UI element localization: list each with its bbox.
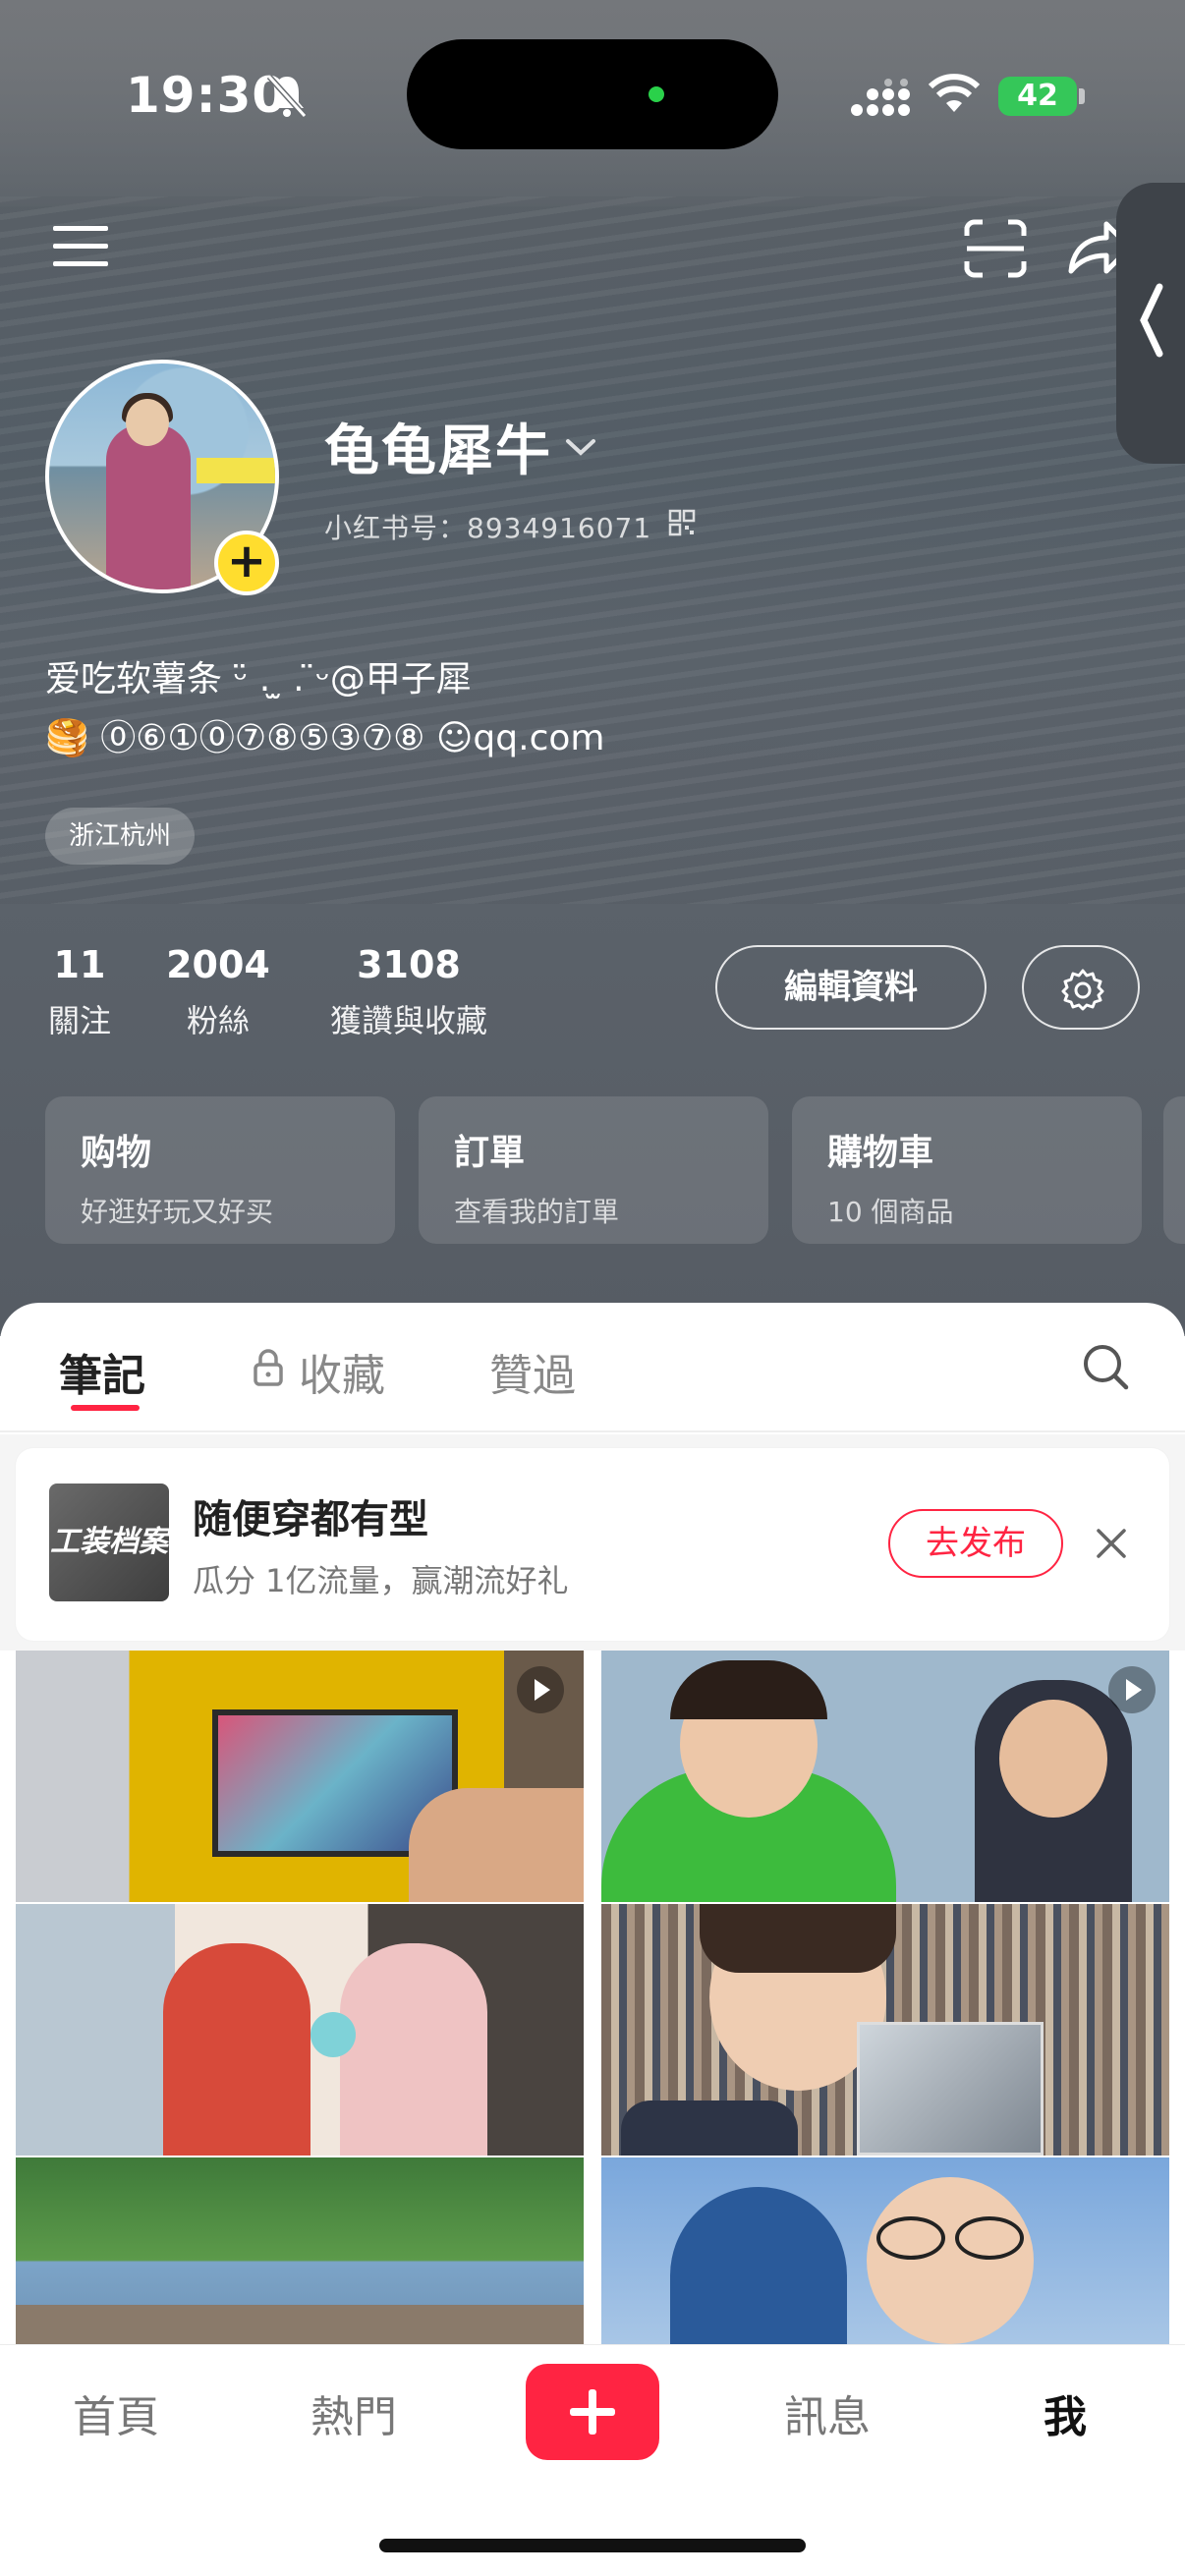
- plus-icon: [570, 2389, 615, 2435]
- close-icon[interactable]: [1093, 1525, 1130, 1562]
- card-shopping[interactable]: 购物 好逛好玩又好买: [45, 1096, 395, 1244]
- note-thumbnail-4[interactable]: [601, 1904, 1169, 2156]
- note-3-person-b: [340, 1943, 487, 2156]
- note-4-shoulder: [621, 2100, 798, 2156]
- stat-following-label: 關注: [47, 1002, 111, 1039]
- stat-likes-count: 3108: [357, 943, 461, 986]
- note-6-jacket: [670, 2187, 847, 2344]
- stat-followers[interactable]: 2004 粉絲: [161, 943, 275, 1041]
- side-drawer-tab[interactable]: [1116, 183, 1185, 464]
- note-6-glasses-left: [876, 2216, 945, 2260]
- card-orders[interactable]: 訂單 查看我的訂單: [419, 1096, 768, 1244]
- card-orders-subtitle: 查看我的訂單: [454, 1196, 620, 1228]
- promo-thumbnail: 工装档案: [49, 1484, 169, 1601]
- nav-me[interactable]: 我: [996, 2381, 1134, 2444]
- note-6-glasses-right: [955, 2216, 1024, 2260]
- card-cart-title: 購物車: [827, 1133, 934, 1173]
- card-cart[interactable]: 購物車 10 個商品: [792, 1096, 1142, 1244]
- note-thumbnail-1[interactable]: [16, 1651, 584, 1902]
- promo-title: 随便穿都有型: [193, 1497, 428, 1542]
- nav-messages[interactable]: 訊息: [759, 2381, 896, 2444]
- card-shopping-title: 购物: [81, 1133, 152, 1173]
- username: 龟龟犀牛: [324, 420, 552, 483]
- gear-icon: [1061, 969, 1104, 1011]
- location-tag[interactable]: 浙江杭州: [45, 808, 196, 865]
- home-indicator: [379, 2539, 806, 2552]
- nav-trending[interactable]: 熱門: [285, 2381, 423, 2444]
- stat-likes-label: 獲讚與收藏: [329, 1002, 487, 1039]
- note-thumbnail-2[interactable]: [601, 1651, 1169, 1902]
- tab-notes[interactable]: 筆記: [59, 1340, 145, 1403]
- redbook-id: 小红书号：8934916071: [324, 512, 652, 544]
- note-4-cd: [857, 2022, 1044, 2156]
- cellular-signal-icon: [851, 79, 910, 116]
- edit-profile-button[interactable]: 編輯資料: [715, 945, 987, 1030]
- battery-indicator: 42: [998, 77, 1077, 116]
- add-avatar-button[interactable]: +: [214, 531, 279, 595]
- note-5-railing: [16, 2305, 584, 2344]
- wifi-icon: [928, 74, 981, 112]
- status-time: 19:30: [126, 67, 288, 124]
- create-post-button[interactable]: [526, 2364, 659, 2460]
- video-play-icon: [1108, 1666, 1156, 1713]
- note-3-object: [310, 2012, 356, 2057]
- promo-publish-button[interactable]: 去发布: [888, 1509, 1063, 1578]
- video-play-icon: [517, 1666, 564, 1713]
- card-shopping-subtitle: 好逛好玩又好买: [81, 1196, 274, 1228]
- active-tab-indicator: [71, 1405, 140, 1411]
- nav-home[interactable]: 首頁: [47, 2381, 185, 2444]
- note-thumbnail-6[interactable]: [601, 2157, 1169, 2344]
- bio-line-1: 爱吃软薯条 ᵕ̈ . ̫ . ̈ᵕ@甲子犀: [45, 659, 472, 700]
- avatar-sign: [197, 458, 275, 483]
- qr-code-icon[interactable]: [668, 509, 696, 536]
- lock-icon: [254, 1349, 283, 1386]
- stat-following[interactable]: 11 關注: [45, 943, 114, 1041]
- battery-cap: [1079, 88, 1085, 104]
- note-3-person-a: [163, 1943, 310, 2156]
- scan-icon[interactable]: [963, 218, 1028, 279]
- dynamic-island: [407, 39, 778, 149]
- note-2-face-b: [999, 1700, 1107, 1818]
- note-thumbnail-5[interactable]: [16, 2157, 584, 2344]
- chevron-down-icon[interactable]: [564, 436, 597, 458]
- card-orders-title: 訂單: [454, 1133, 526, 1173]
- search-icon[interactable]: [1081, 1342, 1130, 1391]
- tabs-divider: [0, 1430, 1185, 1432]
- tab-liked[interactable]: 贊過: [489, 1340, 576, 1403]
- tab-collections[interactable]: 收藏: [299, 1340, 385, 1403]
- menu-icon[interactable]: [51, 222, 110, 271]
- settings-button[interactable]: [1022, 945, 1140, 1030]
- note-thumbnail-3[interactable]: [16, 1904, 584, 2156]
- stat-followers-count: 2004: [166, 943, 270, 986]
- note-2-hair-a: [670, 1660, 827, 1719]
- promo-subtitle: 瓜分 1亿流量，赢潮流好礼: [193, 1562, 569, 1599]
- note-4-hair: [700, 1904, 896, 1973]
- card-next-partial[interactable]: [1163, 1096, 1185, 1244]
- note-6-face: [867, 2177, 1034, 2344]
- stat-following-count: 11: [53, 943, 106, 986]
- card-cart-subtitle: 10 個商品: [827, 1196, 954, 1228]
- bell-muted-icon: [266, 74, 308, 119]
- bio-line-2: 🥞 ⓪⑥①⓪⑦⑧⑤③⑦⑧ ☺qq.com: [45, 718, 605, 758]
- stat-followers-label: 粉絲: [186, 1002, 250, 1039]
- camera-indicator-dot: [649, 86, 664, 102]
- note-1-hand: [409, 1788, 584, 1902]
- avatar-figure: [106, 424, 191, 589]
- avatar-head: [126, 399, 169, 446]
- stat-likes[interactable]: 3108 獲讚與收藏: [320, 943, 497, 1041]
- chevron-left-icon: [1140, 283, 1163, 358]
